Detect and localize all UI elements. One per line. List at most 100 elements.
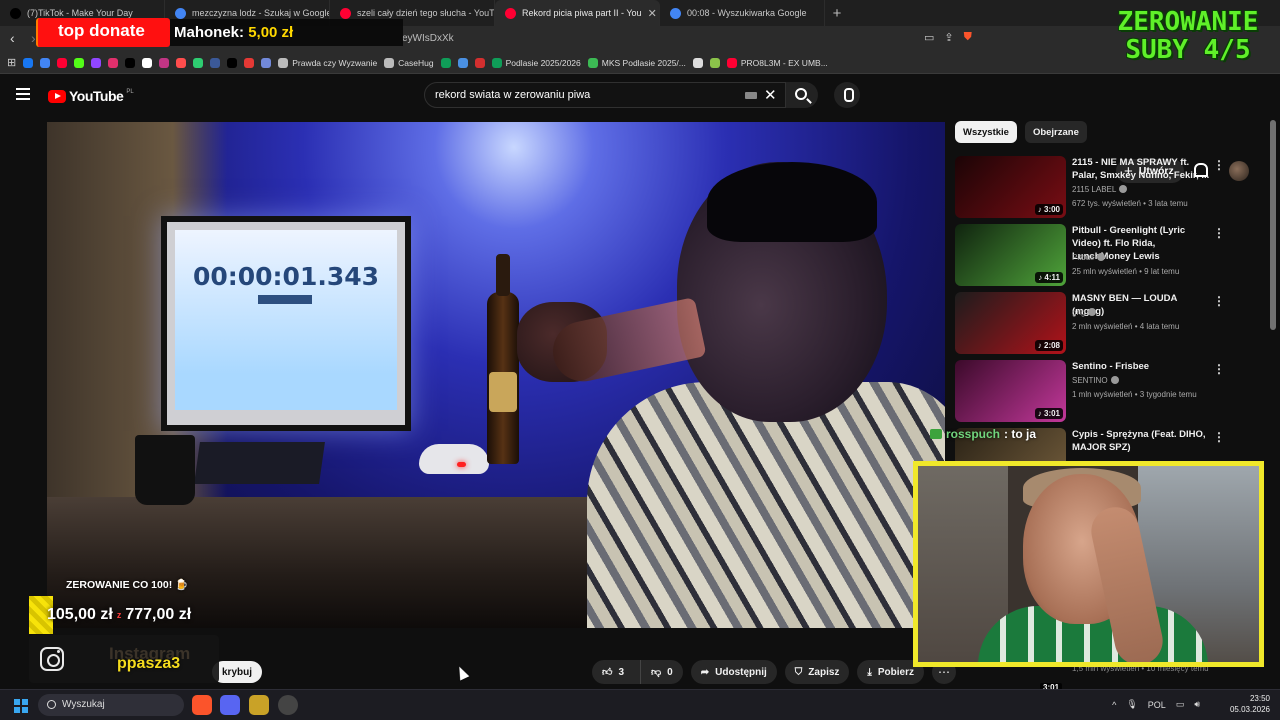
recommendation-thumbnail[interactable]: ♪ 3:01 bbox=[955, 360, 1066, 422]
bookmark-item[interactable] bbox=[57, 57, 68, 68]
bookmark-item[interactable]: Podlasie 2025/2026 bbox=[491, 57, 581, 68]
apps-grid-icon[interactable]: ⊞ bbox=[7, 56, 16, 69]
youtube-icon bbox=[340, 7, 351, 19]
cast-icon[interactable]: ▭ bbox=[924, 31, 934, 44]
subs-goal-line1: ZEROWANIE bbox=[1117, 7, 1259, 37]
keyboard-icon[interactable] bbox=[745, 92, 757, 99]
channel-name: 2115 LABEL bbox=[1072, 185, 1117, 194]
forward-arrow-icon[interactable]: › bbox=[31, 30, 36, 46]
search-input[interactable]: rekord swiata w zerowaniu piwa bbox=[424, 82, 786, 108]
bookmark-item[interactable] bbox=[210, 57, 221, 68]
subscribe-button[interactable]: krybuj bbox=[212, 661, 263, 683]
clear-search-icon[interactable]: ✕ bbox=[764, 86, 777, 104]
taskbar-clock[interactable]: 23:50 05.03.2026 bbox=[1228, 693, 1270, 715]
share-button[interactable]: ➦ Udostępnij bbox=[690, 660, 777, 684]
more-options-icon[interactable]: ⋮ bbox=[1213, 158, 1225, 172]
youtube-icon bbox=[505, 7, 516, 19]
video-player[interactable]: 00:00:01.343 bbox=[47, 122, 945, 628]
more-options-icon[interactable]: ⋮ bbox=[1213, 294, 1225, 308]
recommendation-meta: 1 mln wyświetleń • 3 tygodnie temu bbox=[1072, 390, 1197, 399]
settings-icon[interactable] bbox=[278, 695, 298, 715]
bookmark-item[interactable]: Prawda czy Wyzwanie bbox=[278, 57, 377, 68]
monitor-screen: 00:00:01.343 bbox=[175, 230, 397, 410]
bookmark-item[interactable] bbox=[23, 57, 34, 68]
bookmark-item[interactable] bbox=[457, 57, 468, 68]
bookmark-item[interactable] bbox=[261, 57, 272, 68]
recommendation-channel[interactable]: Pitbull bbox=[1072, 253, 1105, 262]
recommendation-title[interactable]: Cypis - Sprężyna (Feat. DIHO, MAJOR SPZ) bbox=[1072, 428, 1210, 454]
bookmark-item[interactable] bbox=[244, 57, 255, 68]
tray-chevron-icon[interactable]: ^ bbox=[1112, 700, 1116, 710]
recommendation-channel[interactable]: SENTINO bbox=[1072, 376, 1119, 385]
bookmark-icon: ⛉ bbox=[794, 666, 803, 678]
bookmark-favicon-icon bbox=[244, 57, 255, 68]
more-options-icon[interactable]: ⋮ bbox=[1213, 362, 1225, 376]
sidebar-scrollbar[interactable] bbox=[1270, 120, 1276, 330]
bookmark-item[interactable] bbox=[440, 57, 451, 68]
bookmark-label: Podlasie 2025/2026 bbox=[505, 57, 581, 68]
back-arrow-icon[interactable]: ‹ bbox=[10, 30, 15, 46]
recommendation-channel[interactable]: gng bbox=[1072, 308, 1097, 317]
network-icon[interactable]: ▭ bbox=[1176, 699, 1185, 710]
recommendation-item[interactable]: ♪ 2:08MASNY BEN — LOUDA (mgng)gng2 mln w… bbox=[955, 292, 1255, 354]
browser-tab[interactable]: Rekord picia piwa part II - You ✕ bbox=[495, 0, 660, 26]
voice-search-mic-icon[interactable] bbox=[834, 82, 860, 108]
recommendation-item[interactable]: ♪ 4:11 Pitbull - Greenlight (Lyric Video)… bbox=[955, 224, 1255, 286]
share-icon[interactable]: ⇪ bbox=[944, 31, 953, 44]
brave-browser-icon[interactable] bbox=[192, 695, 212, 715]
dislike-button[interactable]: 👎︎ 0 bbox=[640, 660, 683, 684]
bookmark-item[interactable] bbox=[159, 57, 170, 68]
bookmark-item[interactable] bbox=[193, 57, 204, 68]
youtube-logo[interactable]: YouTube PL bbox=[48, 88, 134, 104]
url-text[interactable]: eyWIsDxXk bbox=[402, 33, 454, 44]
windows-start-icon[interactable] bbox=[14, 699, 28, 713]
filter-chip[interactable]: Wszystkie bbox=[955, 121, 1017, 143]
taskbar-search[interactable]: Wyszukaj bbox=[38, 694, 184, 716]
recommendation-channel[interactable]: 2115 LABEL bbox=[1072, 185, 1128, 194]
microphone-icon[interactable]: 🎙︎ bbox=[1126, 699, 1137, 710]
browser-tab[interactable]: 00:08 - Wyszukiwarka Google bbox=[660, 0, 825, 26]
bookmark-item[interactable] bbox=[142, 57, 153, 68]
channel-name: SENTINO bbox=[1072, 376, 1108, 385]
recommendation-thumbnail[interactable]: ♪ 2:08 bbox=[955, 292, 1066, 354]
bookmark-item[interactable] bbox=[40, 57, 51, 68]
recommendation-item[interactable]: ♪ 3:00 2115 - NIE MA SPRAWY ft. Palar, Sm… bbox=[955, 156, 1255, 218]
bookmark-item[interactable] bbox=[91, 57, 102, 68]
close-tab-icon[interactable]: ✕ bbox=[648, 7, 657, 20]
google-icon bbox=[175, 7, 186, 19]
tiktok-icon bbox=[10, 7, 21, 19]
bookmark-favicon-icon bbox=[210, 57, 221, 68]
bookmark-item[interactable]: PRO8L3M - EX UMB... bbox=[726, 57, 828, 68]
bookmark-item[interactable]: MKS Podlasie 2025/... bbox=[587, 57, 686, 68]
bookmark-item[interactable] bbox=[692, 57, 703, 68]
subs-goal-banner: ZEROWANIE SUBY 4/5 bbox=[1100, 8, 1276, 64]
bookmark-item[interactable] bbox=[74, 57, 85, 68]
bookmark-item[interactable] bbox=[709, 57, 720, 68]
recommendation-title[interactable]: Sentino - Frisbee bbox=[1072, 360, 1210, 373]
recommendation-title[interactable]: 2115 - NIE MA SPRAWY ft. Palar, Smxkey N… bbox=[1072, 156, 1210, 182]
volume-icon[interactable]: 🔊︎ bbox=[1194, 699, 1200, 710]
more-options-icon[interactable]: ⋮ bbox=[1213, 226, 1225, 240]
bookmark-item[interactable]: CaseHug bbox=[384, 57, 434, 68]
bookmark-item[interactable] bbox=[108, 57, 119, 68]
brave-shield-icon[interactable]: ⛊ bbox=[964, 31, 972, 44]
recommendation-thumbnail[interactable]: ♪ 4:11 bbox=[955, 224, 1066, 286]
recommendation-item[interactable]: ♪ 3:01 Sentino - Frisbee SENTINO 1 mln wyśw… bbox=[955, 360, 1255, 422]
bookmark-favicon-icon bbox=[440, 57, 451, 68]
recommendation-meta: 2 mln wyświetleń • 4 lata temu bbox=[1072, 322, 1180, 331]
menu-icon[interactable] bbox=[16, 88, 30, 100]
new-tab-button[interactable]: + bbox=[825, 0, 849, 26]
bookmark-item[interactable] bbox=[125, 57, 136, 68]
language-indicator[interactable]: POL bbox=[1148, 700, 1166, 710]
more-options-icon[interactable]: ⋮ bbox=[1213, 430, 1225, 444]
bookmark-item[interactable] bbox=[227, 57, 238, 68]
recommendation-thumbnail[interactable]: ♪ 3:00 bbox=[955, 156, 1066, 218]
like-button[interactable]: 👍︎ 3 bbox=[592, 660, 634, 684]
search-button[interactable] bbox=[786, 82, 818, 108]
filter-chip[interactable]: Obejrzane bbox=[1024, 121, 1087, 143]
discord-icon[interactable] bbox=[220, 695, 240, 715]
save-button[interactable]: ⛉ Zapisz bbox=[784, 660, 850, 684]
bookmark-item[interactable] bbox=[474, 57, 485, 68]
bookmark-item[interactable] bbox=[176, 57, 187, 68]
app-icon[interactable] bbox=[249, 695, 269, 715]
